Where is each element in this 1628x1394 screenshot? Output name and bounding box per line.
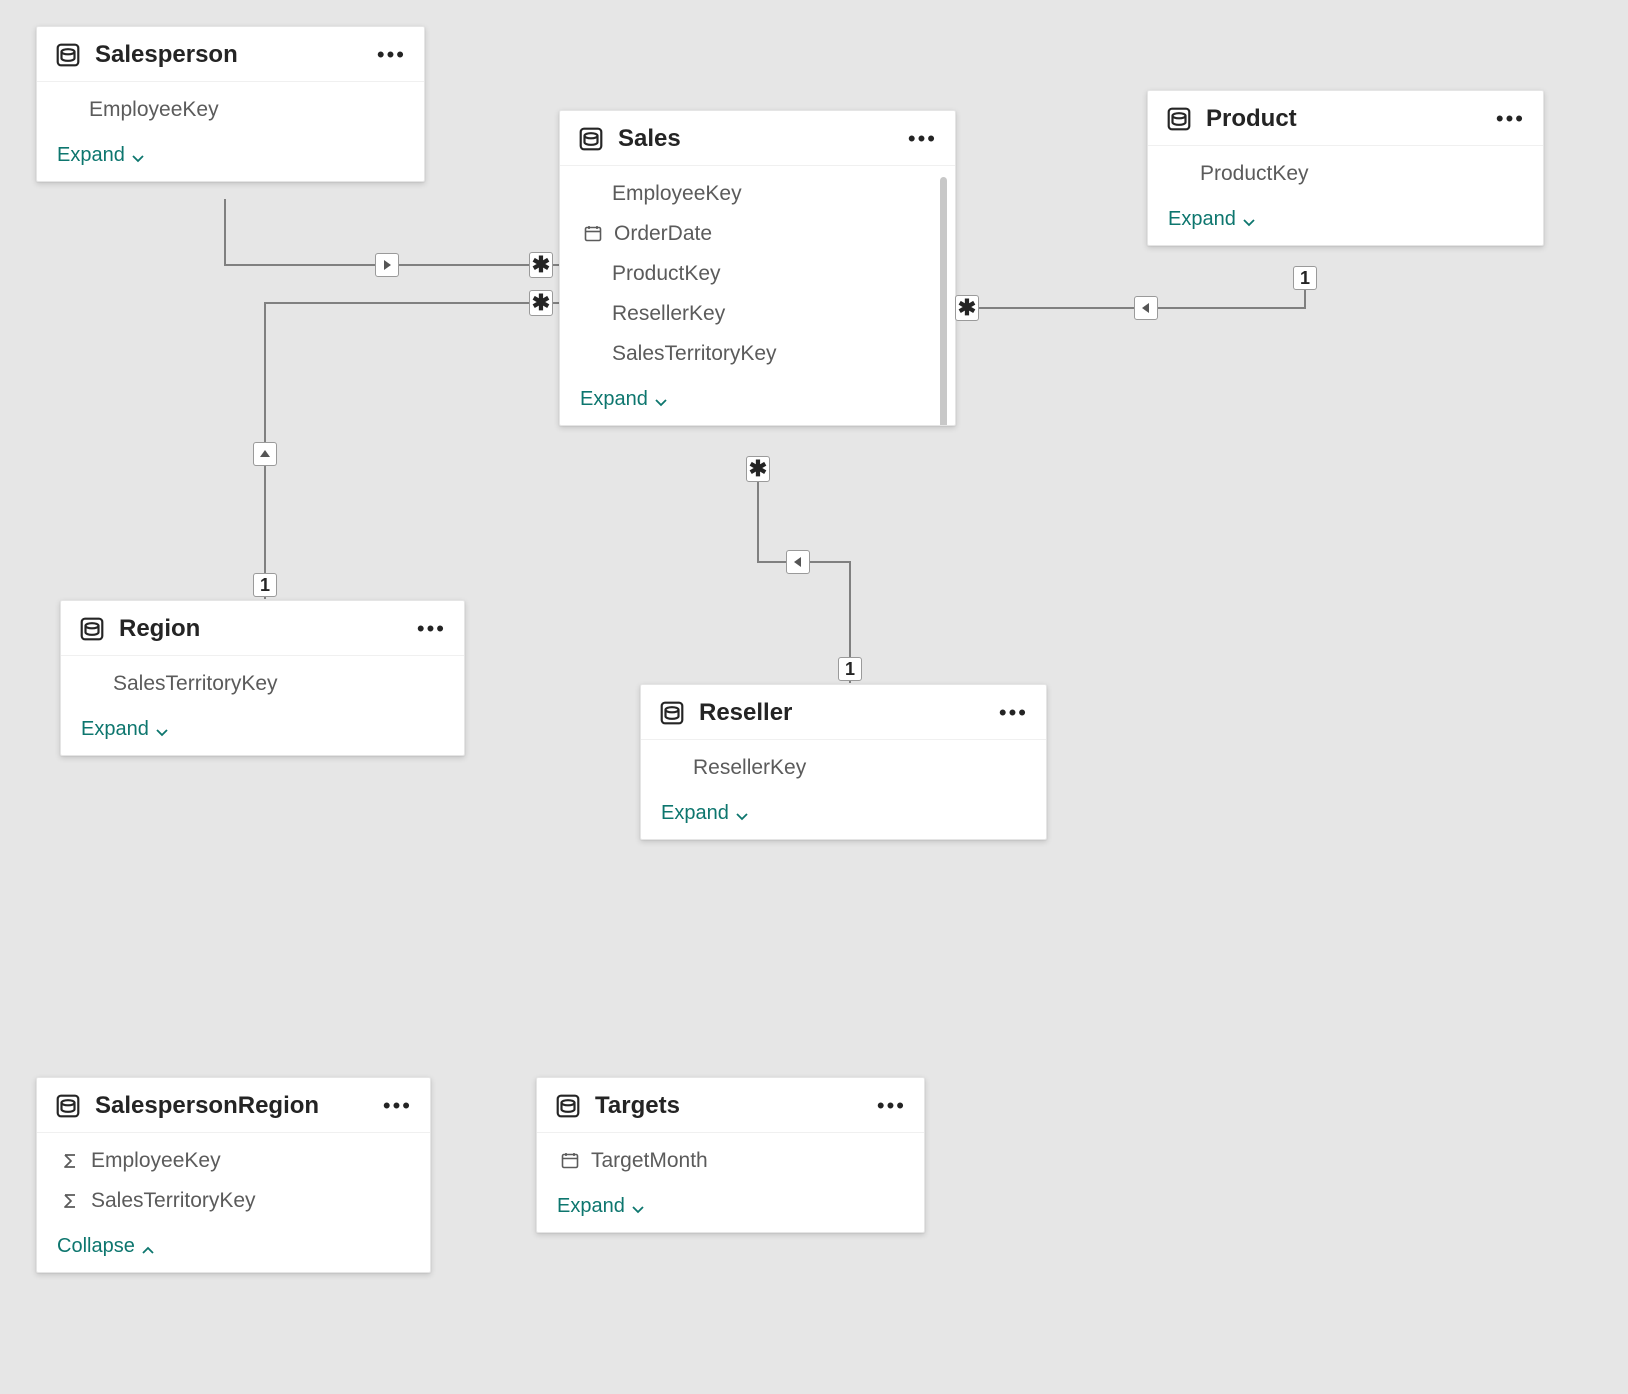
chevron-down-icon	[131, 149, 145, 163]
date-icon	[582, 224, 604, 244]
cardinality-many-icon: ✱	[529, 290, 553, 316]
sigma-icon	[59, 1152, 81, 1170]
table-title: Region	[119, 615, 403, 643]
chevron-down-icon	[631, 1200, 645, 1214]
table-card-targets[interactable]: Targets ••• TargetMonth Expand	[536, 1077, 925, 1233]
cardinality-many-icon: ✱	[529, 252, 553, 278]
cardinality-many-icon: ✱	[746, 456, 770, 482]
cardinality-one-icon: 1	[838, 657, 862, 681]
chevron-down-icon	[735, 807, 749, 821]
more-button[interactable]: •••	[1496, 114, 1525, 124]
scrollbar-thumb[interactable]	[940, 177, 947, 426]
model-canvas[interactable]: Salesperson ••• EmployeeKey Expand Sales…	[0, 0, 1628, 1394]
expand-button[interactable]: Expand	[57, 144, 145, 167]
table-title: Targets	[595, 1092, 863, 1120]
date-icon	[559, 1151, 581, 1171]
table-icon	[659, 700, 685, 726]
table-title: SalespersonRegion	[95, 1092, 369, 1120]
table-icon	[55, 1093, 81, 1119]
table-card-sales[interactable]: Sales ••• EmployeeKey OrderDate ProductK…	[559, 110, 956, 426]
more-button[interactable]: •••	[383, 1101, 412, 1111]
field-item[interactable]: EmployeeKey	[560, 174, 955, 214]
table-card-salesperson[interactable]: Salesperson ••• EmployeeKey Expand	[36, 26, 425, 182]
table-icon	[578, 126, 604, 152]
field-item[interactable]: EmployeeKey	[37, 90, 424, 130]
field-item[interactable]: SalesTerritoryKey	[61, 664, 464, 704]
field-item[interactable]: OrderDate	[560, 214, 955, 254]
expand-button[interactable]: Expand	[661, 802, 749, 825]
expand-button[interactable]: Expand	[81, 718, 169, 741]
more-button[interactable]: •••	[377, 50, 406, 60]
filter-direction-icon	[375, 253, 399, 277]
cardinality-many-icon: ✱	[955, 295, 979, 321]
chevron-down-icon	[654, 393, 668, 407]
collapse-button[interactable]: Collapse	[57, 1235, 155, 1258]
field-item[interactable]: ProductKey	[560, 254, 955, 294]
filter-direction-icon	[253, 442, 277, 466]
table-card-salespersonregion[interactable]: SalespersonRegion ••• EmployeeKey SalesT…	[36, 1077, 431, 1273]
table-icon	[79, 616, 105, 642]
field-item[interactable]: ResellerKey	[641, 748, 1046, 788]
chevron-up-icon	[141, 1240, 155, 1254]
table-icon	[555, 1093, 581, 1119]
more-button[interactable]: •••	[999, 708, 1028, 718]
table-title: Salesperson	[95, 41, 363, 69]
table-card-region[interactable]: Region ••• SalesTerritoryKey Expand	[60, 600, 465, 756]
filter-direction-icon	[1134, 296, 1158, 320]
expand-button[interactable]: Expand	[557, 1195, 645, 1218]
more-button[interactable]: •••	[908, 134, 937, 144]
table-icon	[1166, 106, 1192, 132]
expand-button[interactable]: Expand	[580, 388, 668, 411]
table-card-reseller[interactable]: Reseller ••• ResellerKey Expand	[640, 684, 1047, 840]
cardinality-one-icon: 1	[1293, 266, 1317, 290]
chevron-down-icon	[155, 723, 169, 737]
table-card-product[interactable]: Product ••• ProductKey Expand	[1147, 90, 1544, 246]
field-item[interactable]: SalesTerritoryKey	[560, 334, 955, 374]
sigma-icon	[59, 1192, 81, 1210]
expand-button[interactable]: Expand	[1168, 208, 1256, 231]
more-button[interactable]: •••	[417, 624, 446, 634]
more-button[interactable]: •••	[877, 1101, 906, 1111]
table-title: Product	[1206, 105, 1482, 133]
table-title: Reseller	[699, 699, 985, 727]
chevron-down-icon	[1242, 213, 1256, 227]
filter-direction-icon	[786, 550, 810, 574]
field-item[interactable]: EmployeeKey	[37, 1141, 430, 1181]
field-item[interactable]: ProductKey	[1148, 154, 1543, 194]
field-item[interactable]: SalesTerritoryKey	[37, 1181, 430, 1221]
field-item[interactable]: ResellerKey	[560, 294, 955, 334]
table-icon	[55, 42, 81, 68]
cardinality-one-icon: 1	[253, 573, 277, 597]
table-title: Sales	[618, 125, 894, 153]
field-item[interactable]: TargetMonth	[537, 1141, 924, 1181]
